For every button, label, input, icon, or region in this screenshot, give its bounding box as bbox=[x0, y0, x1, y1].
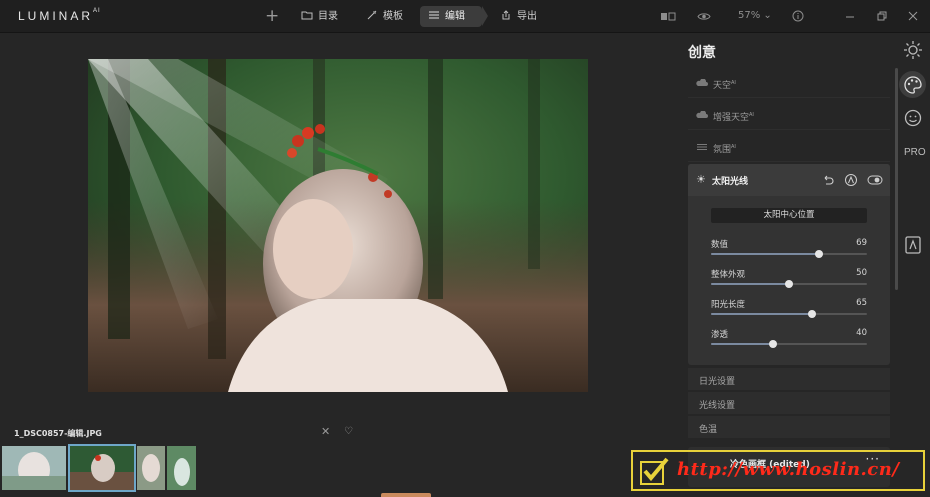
restore-icon[interactable] bbox=[877, 11, 887, 21]
section-label: 日光设置 bbox=[699, 377, 736, 387]
checkmark-icon bbox=[640, 457, 669, 485]
add-photos-button[interactable]: + bbox=[265, 6, 279, 26]
slider-penetration[interactable]: 渗透 40 bbox=[711, 328, 867, 354]
filmstrip-toggle-tab[interactable] bbox=[381, 493, 431, 497]
templates-tab[interactable]: 模板 bbox=[358, 6, 413, 27]
website-watermark: http://www.hoslin.cn/ bbox=[631, 450, 925, 491]
slider-ray-length[interactable]: 阳光长度 65 bbox=[711, 298, 867, 324]
filmstrip-thumbnail-selected[interactable] bbox=[68, 444, 136, 492]
slider-fill bbox=[711, 283, 789, 285]
zoom-level[interactable]: 57% ⌄ bbox=[738, 10, 772, 21]
light-tools-sun-icon[interactable] bbox=[902, 39, 924, 61]
top-toolbar: LUMINARAI + 目录 模板 编辑 导出 57% ⌄ bbox=[0, 0, 930, 33]
slider-value[interactable]: 50 bbox=[856, 268, 867, 278]
tool-augmented-sky[interactable]: 增强天空AI bbox=[688, 100, 890, 130]
slider-handle[interactable] bbox=[785, 280, 793, 288]
cloud-plus-icon bbox=[696, 111, 708, 118]
section-warmth[interactable]: 色温 bbox=[688, 415, 890, 438]
tool-atmosphere[interactable]: 氛围AI bbox=[688, 132, 890, 162]
export-label: 导出 bbox=[517, 11, 537, 22]
current-filename: 1_DSC0857-编辑.JPG bbox=[14, 429, 102, 438]
compare-icon[interactable] bbox=[660, 11, 676, 22]
slider-fill bbox=[711, 253, 819, 255]
undo-icon[interactable] bbox=[821, 173, 835, 187]
tool-sky[interactable]: 天空AI bbox=[688, 68, 890, 98]
slider-label: 数值 bbox=[711, 240, 729, 250]
section-sun-settings[interactable]: 日光设置 bbox=[688, 367, 890, 390]
tool-label: 天空AI bbox=[713, 80, 736, 91]
presets-icon[interactable] bbox=[902, 234, 924, 256]
slider-handle[interactable] bbox=[814, 250, 823, 258]
slider-label: 整体外观 bbox=[711, 270, 746, 280]
slider-value[interactable]: 65 bbox=[856, 298, 867, 308]
haze-icon bbox=[697, 144, 707, 150]
slider-handle[interactable] bbox=[769, 340, 778, 348]
close-window-icon[interactable] bbox=[908, 11, 918, 21]
thumbnail-image bbox=[167, 446, 196, 490]
slider-value[interactable]: 40 bbox=[856, 328, 867, 338]
library-label: 目录 bbox=[318, 11, 338, 22]
creative-palette-icon[interactable] bbox=[902, 74, 924, 96]
slider-track[interactable] bbox=[711, 340, 867, 348]
thumbnail-image bbox=[137, 446, 165, 490]
slider-amount[interactable]: 数值 69 bbox=[711, 238, 867, 264]
portrait-face-icon[interactable] bbox=[902, 107, 924, 129]
tool-sunrays-expanded: ☀ 太阳光线 太阳中心位置 数值 69 整体外观 50 阳光长度 65 渗透 4… bbox=[688, 164, 890, 365]
cloud-icon bbox=[696, 79, 708, 86]
slider-fill bbox=[711, 313, 813, 315]
sliders-icon bbox=[429, 11, 439, 19]
slider-track[interactable] bbox=[711, 250, 867, 258]
slider-track[interactable] bbox=[711, 310, 867, 318]
section-label: 色温 bbox=[699, 425, 718, 435]
slider-value[interactable]: 69 bbox=[856, 238, 867, 248]
minimize-icon[interactable] bbox=[845, 12, 855, 22]
tool-label: 增强天空AI bbox=[713, 112, 754, 123]
info-icon[interactable] bbox=[792, 10, 804, 22]
mask-icon[interactable] bbox=[844, 173, 858, 187]
edited-photo[interactable] bbox=[88, 59, 588, 392]
tool-sunrays-title: 太阳光线 bbox=[712, 177, 749, 187]
slider-fill bbox=[711, 343, 774, 345]
eye-icon[interactable] bbox=[697, 11, 711, 22]
thumbnail-image bbox=[2, 446, 66, 490]
panel-scrollbar[interactable] bbox=[895, 68, 898, 290]
filmstrip-thumbnail[interactable] bbox=[2, 446, 66, 490]
edit-tab[interactable]: 编辑 bbox=[420, 6, 488, 27]
visibility-toggle-icon[interactable] bbox=[867, 173, 883, 187]
favorite-heart-icon[interactable]: ♡ bbox=[344, 426, 353, 437]
sun-icon: ☀ bbox=[696, 173, 706, 186]
slider-label: 渗透 bbox=[711, 330, 729, 340]
magic-wand-icon bbox=[367, 10, 377, 20]
share-icon bbox=[502, 10, 510, 20]
pro-tools-icon[interactable]: PRO bbox=[904, 147, 926, 158]
slider-track[interactable] bbox=[711, 280, 867, 288]
panel-title: 创意 bbox=[688, 45, 716, 61]
slider-handle[interactable] bbox=[808, 310, 817, 318]
tool-sunrays-header[interactable]: ☀ 太阳光线 bbox=[688, 164, 890, 196]
section-ray-settings[interactable]: 光线设置 bbox=[688, 391, 890, 414]
tool-label: 氛围AI bbox=[713, 144, 736, 155]
thumbnail-image bbox=[70, 446, 134, 490]
app-logo: LUMINARAI bbox=[18, 8, 101, 23]
slider-overall-look[interactable]: 整体外观 50 bbox=[711, 268, 867, 294]
reject-icon[interactable]: ✕ bbox=[321, 425, 330, 438]
watermark-url: http://www.hoslin.cn/ bbox=[677, 459, 900, 480]
filmstrip-thumbnail[interactable] bbox=[167, 446, 196, 490]
templates-label: 模板 bbox=[383, 11, 403, 22]
export-tab[interactable]: 导出 bbox=[492, 6, 547, 27]
edit-label: 编辑 bbox=[445, 11, 465, 22]
folder-icon bbox=[301, 11, 313, 20]
section-label: 光线设置 bbox=[699, 401, 736, 411]
slider-label: 阳光长度 bbox=[711, 300, 746, 310]
portrait-image bbox=[88, 59, 588, 392]
filmstrip-thumbnail[interactable] bbox=[137, 446, 165, 490]
library-tab[interactable]: 目录 bbox=[293, 6, 348, 27]
sun-position-button[interactable]: 太阳中心位置 bbox=[711, 208, 867, 223]
